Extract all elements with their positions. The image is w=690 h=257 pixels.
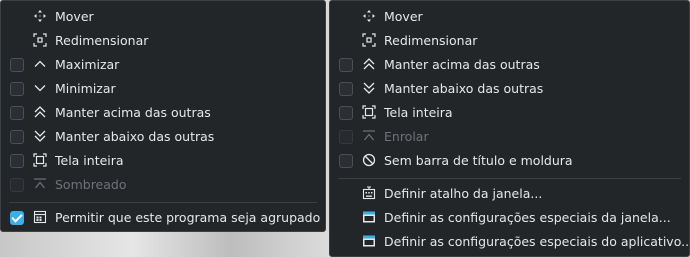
keep-below-checkbox[interactable] <box>339 82 353 96</box>
menu-separator <box>9 202 317 203</box>
menu-item-fullscreen[interactable]: Tela inteira <box>330 101 689 125</box>
double-chevron-up-icon <box>33 105 47 119</box>
menu-separator <box>338 178 681 179</box>
fullscreen-checkbox[interactable] <box>10 154 24 168</box>
menu-item-no-border[interactable]: Sem barra de título e moldura <box>330 149 689 173</box>
no-border-icon <box>362 153 376 167</box>
shade-icon <box>33 177 47 191</box>
fullscreen-icon <box>33 153 47 167</box>
keep-above-checkbox[interactable] <box>10 106 24 120</box>
desktop-background <box>0 231 330 257</box>
fullscreen-icon <box>362 105 376 119</box>
menu-item-label: Maximizar <box>55 57 120 72</box>
group-icon <box>33 210 47 224</box>
app-settings-icon <box>362 234 376 248</box>
menu-item-move[interactable]: Mover <box>1 5 325 29</box>
menu-item-keep-below[interactable]: Manter abaixo das outras <box>1 125 325 149</box>
menu-item-keep-above[interactable]: Manter acima das outras <box>330 53 689 77</box>
menu-item-label: Minimizar <box>55 81 116 96</box>
move-icon <box>362 9 376 23</box>
double-chevron-up-icon <box>362 57 376 71</box>
menu-item-keep-below[interactable]: Manter abaixo das outras <box>330 77 689 101</box>
maximize-checkbox[interactable] <box>10 58 24 72</box>
menu-item-label: Manter acima das outras <box>384 57 540 72</box>
menu-item-shade: Enrolar <box>330 125 689 149</box>
menu-item-fullscreen[interactable]: Tela inteira <box>1 149 325 173</box>
menu-item-label: Manter abaixo das outras <box>55 129 215 144</box>
menu-item-label: Definir as configurações especiais da ja… <box>384 210 671 225</box>
minimize-checkbox[interactable] <box>10 82 24 96</box>
menu-item-label: Mover <box>384 9 423 24</box>
chevron-down-icon <box>33 81 47 95</box>
menu-item-window-settings[interactable]: Definir as configurações especiais da ja… <box>330 206 689 230</box>
menu-item-allow-grouping[interactable]: Permitir que este programa seja agrupado <box>1 206 325 230</box>
shade-checkbox <box>10 178 24 192</box>
double-chevron-down-icon <box>362 81 376 95</box>
menu-item-label: Manter acima das outras <box>55 105 211 120</box>
allow-grouping-checkbox[interactable] <box>10 211 24 225</box>
menu-item-label: Sem barra de título e moldura <box>384 153 573 168</box>
chevron-up-icon <box>33 57 47 71</box>
resize-icon <box>33 33 47 47</box>
menu-item-app-settings[interactable]: Definir as configurações especiais do ap… <box>330 230 690 254</box>
menu-item-label: Enrolar <box>384 129 429 144</box>
keep-below-checkbox[interactable] <box>10 130 24 144</box>
double-chevron-down-icon <box>33 129 47 143</box>
fullscreen-checkbox[interactable] <box>339 106 353 120</box>
move-icon <box>33 9 47 23</box>
menu-item-minimize[interactable]: Minimizar <box>1 77 325 101</box>
menu-item-shade: Sombreado <box>1 173 325 197</box>
window-context-menu-left: Mover Redimensionar Maximizar Minimizar … <box>0 0 326 232</box>
no-border-checkbox[interactable] <box>339 154 353 168</box>
menu-item-label: Definir as configurações especiais do ap… <box>384 234 690 249</box>
menu-item-label: Manter abaixo das outras <box>384 81 544 96</box>
menu-item-resize[interactable]: Redimensionar <box>330 29 689 53</box>
menu-item-label: Sombreado <box>55 177 127 192</box>
menu-item-resize[interactable]: Redimensionar <box>1 29 325 53</box>
keyboard-shortcut-icon <box>362 186 376 200</box>
menu-item-label: Permitir que este programa seja agrupado <box>55 210 321 225</box>
window-context-menu-right: Mover Redimensionar Manter acima das out… <box>329 0 690 257</box>
menu-item-move[interactable]: Mover <box>330 5 689 29</box>
menu-item-label: Definir atalho da janela... <box>384 186 543 201</box>
menu-item-label: Redimensionar <box>55 33 149 48</box>
shade-icon <box>362 129 376 143</box>
shade-checkbox <box>339 130 353 144</box>
menu-item-label: Tela inteira <box>55 153 124 168</box>
menu-item-label: Redimensionar <box>384 33 478 48</box>
resize-icon <box>362 33 376 47</box>
window-settings-icon <box>362 210 376 224</box>
menu-item-maximize[interactable]: Maximizar <box>1 53 325 77</box>
menu-item-label: Mover <box>55 9 94 24</box>
menu-item-window-shortcut[interactable]: Definir atalho da janela... <box>330 182 689 206</box>
menu-item-label: Tela inteira <box>384 105 453 120</box>
keep-above-checkbox[interactable] <box>339 58 353 72</box>
menu-item-keep-above[interactable]: Manter acima das outras <box>1 101 325 125</box>
